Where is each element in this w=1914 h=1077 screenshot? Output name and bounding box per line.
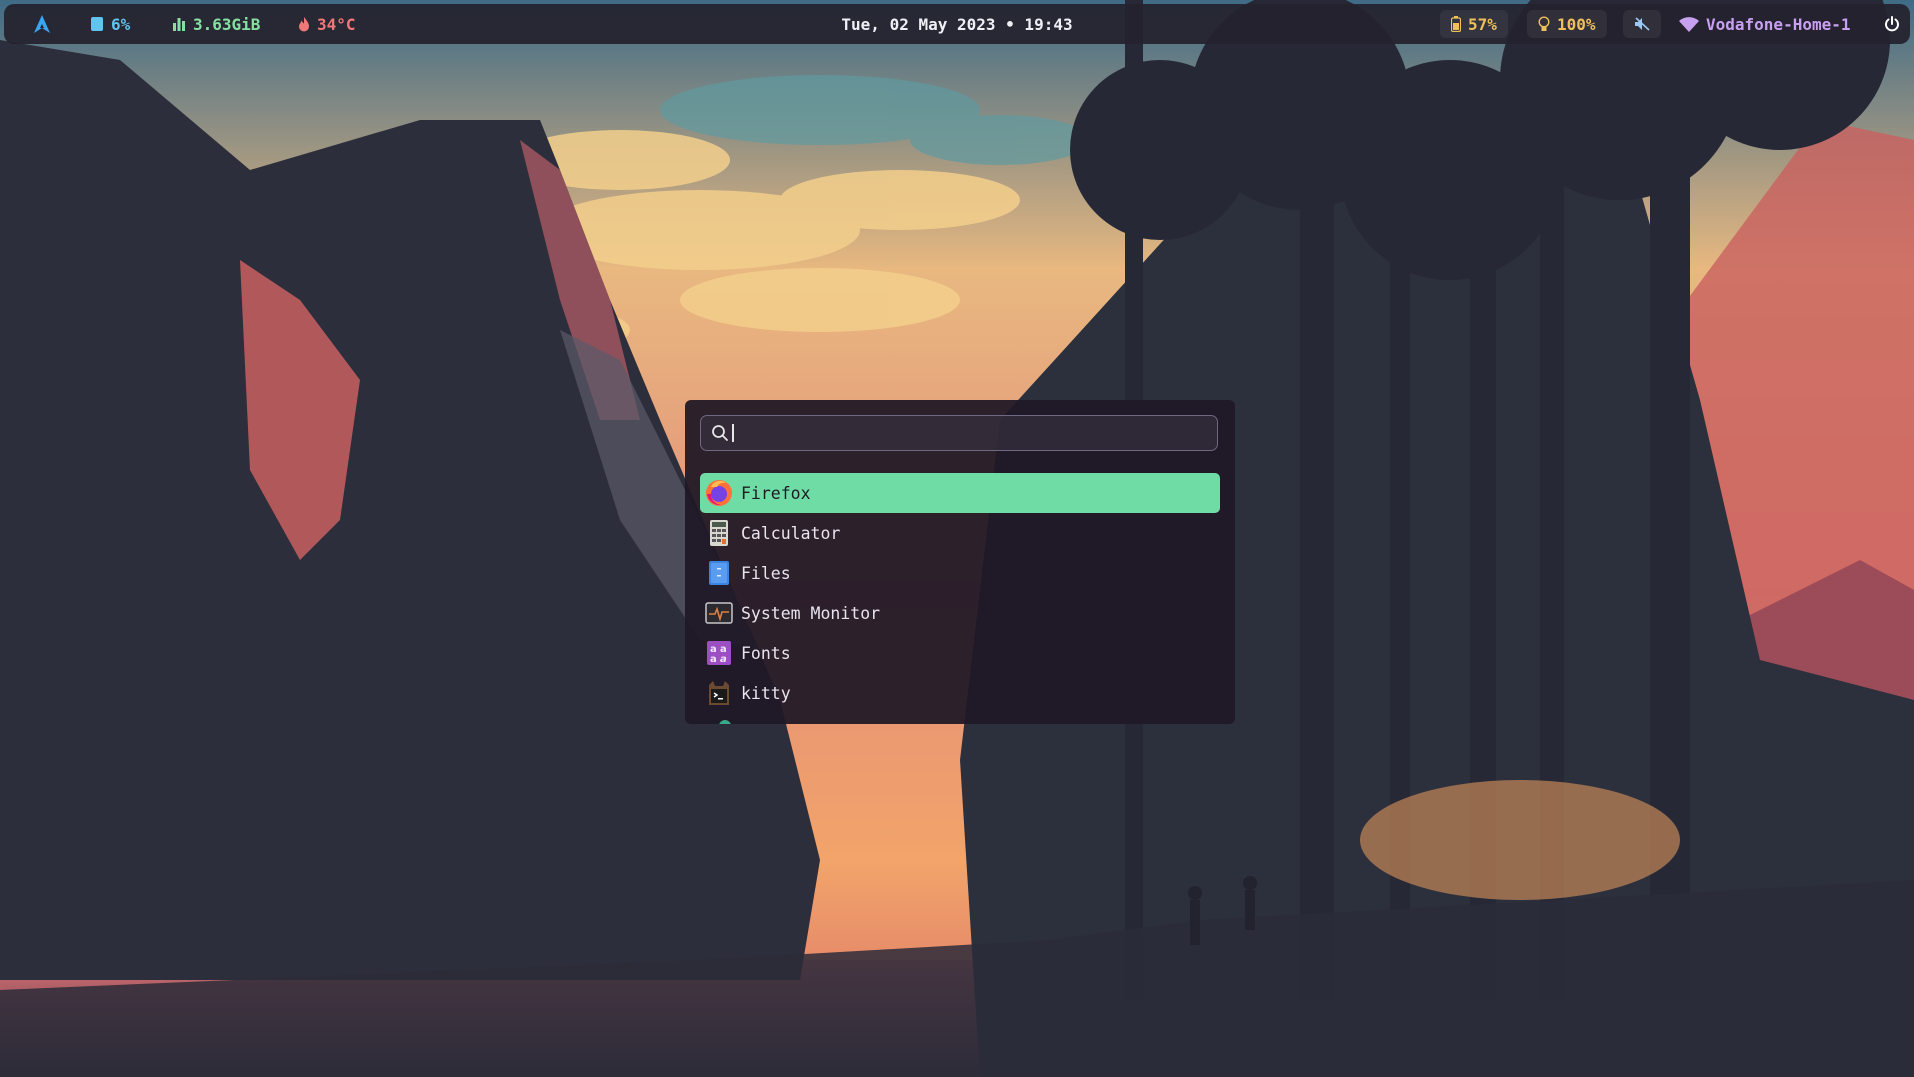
battery-indicator[interactable]: 57%: [1440, 10, 1508, 38]
memory-value: 3.63GiB: [193, 14, 261, 34]
battery-value: 57%: [1468, 14, 1497, 34]
brightness-indicator[interactable]: 100%: [1527, 10, 1607, 38]
app-label: Fonts: [741, 643, 791, 663]
app-label: kitty: [741, 683, 791, 703]
wifi-indicator[interactable]: Vodafone-Home-1: [1679, 4, 1851, 44]
app-item-fonts[interactable]: aa aa Fonts: [700, 633, 1220, 673]
app-label: Calculator: [741, 523, 841, 543]
calculator-icon: [710, 520, 728, 546]
app-item-kitty[interactable]: kitty: [700, 673, 1220, 713]
app-label: System Monitor: [741, 603, 881, 623]
battery-icon: [1451, 16, 1461, 32]
svg-text:a: a: [720, 654, 727, 665]
kitty-icon: [709, 681, 729, 705]
volume-indicator[interactable]: [1623, 10, 1661, 38]
app-item-files[interactable]: Files: [700, 553, 1220, 593]
firefox-icon: [706, 480, 732, 506]
app-label: Files: [741, 563, 791, 583]
arch-logo-icon: [34, 15, 50, 33]
search-box[interactable]: [700, 415, 1218, 451]
next-app-icon: [719, 720, 731, 724]
cpu-value: 6%: [111, 14, 131, 34]
app-item-firefox[interactable]: Firefox: [700, 473, 1220, 513]
svg-text:a: a: [710, 654, 717, 665]
top-bar: 6% 3.63GiB 34°C Tue, 02 May 2023 • 19:43…: [4, 4, 1910, 44]
system-monitor-icon: [705, 602, 733, 624]
cpu-usage[interactable]: 6%: [90, 4, 130, 44]
cpu-icon: [91, 17, 103, 31]
clock[interactable]: Tue, 02 May 2023 • 19:43: [841, 4, 1072, 44]
bulb-icon: [1538, 16, 1550, 31]
search-input[interactable]: [733, 417, 1217, 449]
app-item-calculator[interactable]: Calculator: [700, 513, 1220, 553]
memory-usage[interactable]: 3.63GiB: [172, 4, 260, 44]
power-button[interactable]: [1884, 4, 1900, 44]
app-launcher: Firefox Calculator Files System Monitor …: [685, 400, 1235, 724]
memory-bars-icon: [173, 18, 185, 31]
app-list: Firefox Calculator Files System Monitor …: [700, 473, 1220, 713]
files-icon: [709, 561, 729, 585]
app-label: Firefox: [741, 483, 811, 503]
volume-muted-icon: [1635, 17, 1650, 31]
arch-logo-button[interactable]: [32, 4, 52, 44]
temperature[interactable]: 34°C: [298, 4, 356, 44]
app-item-system-monitor[interactable]: System Monitor: [700, 593, 1220, 633]
search-icon: [712, 425, 728, 441]
fonts-icon: aa aa: [707, 641, 731, 665]
brightness-value: 100%: [1557, 14, 1596, 34]
temperature-value: 34°C: [317, 14, 356, 34]
wifi-network-name: Vodafone-Home-1: [1706, 14, 1851, 34]
flame-icon: [299, 16, 309, 31]
power-icon: [1885, 16, 1899, 32]
wifi-icon: [1679, 16, 1699, 32]
